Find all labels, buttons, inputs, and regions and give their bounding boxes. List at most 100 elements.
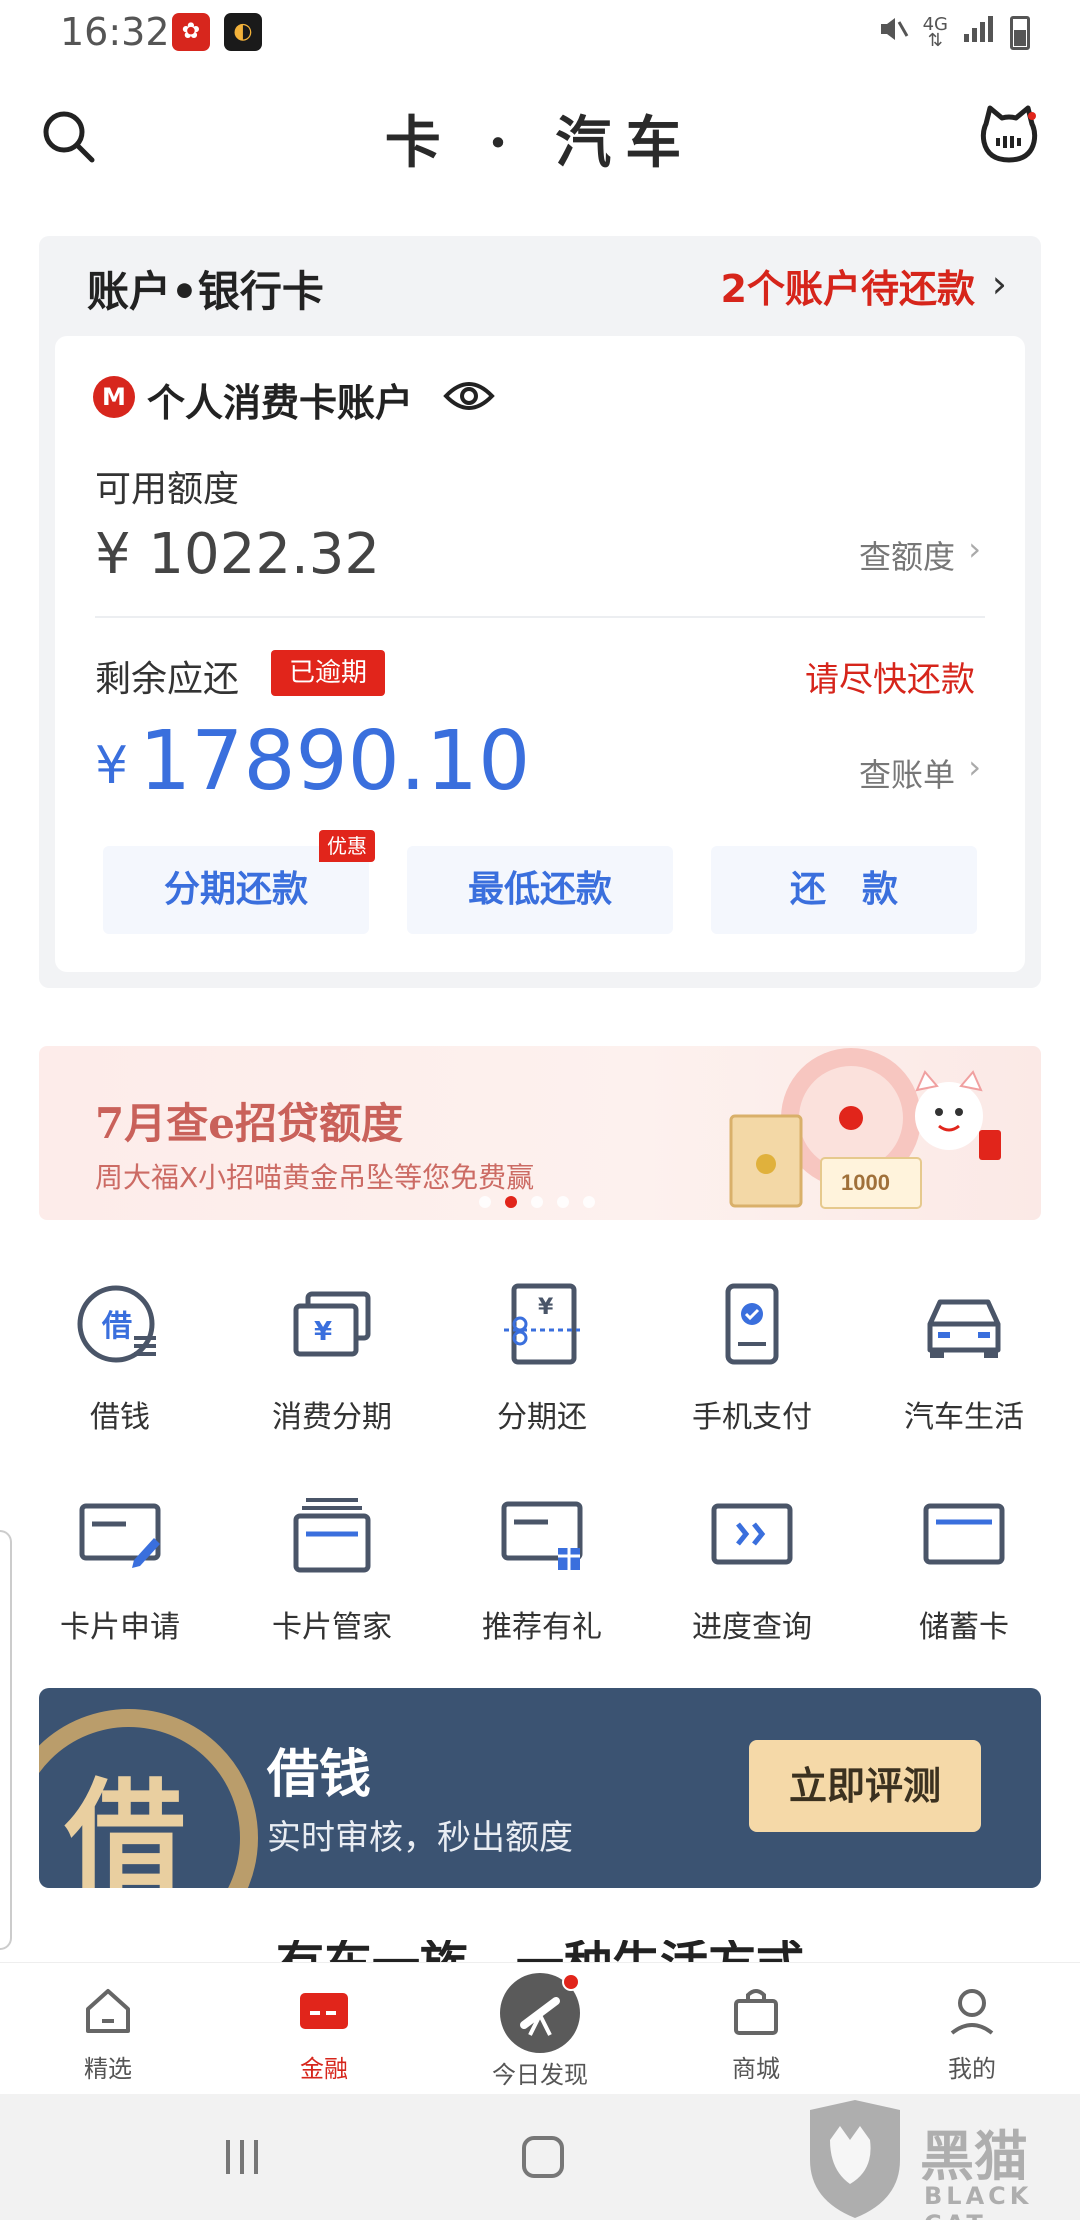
service-label: 分期还	[497, 1400, 587, 1435]
tab-label: 商城	[732, 2055, 780, 2083]
urge-repay-text: 请尽快还款	[805, 660, 975, 700]
card-manager-icon	[293, 1498, 371, 1573]
service-label: 进度查询	[692, 1610, 812, 1645]
carousel-dot[interactable]	[479, 1196, 491, 1208]
tab-discover[interactable]: 今日发现	[432, 1963, 648, 2095]
tab-label: 我的	[948, 2055, 996, 2083]
remaining-due-label: 剩余应还	[95, 659, 240, 700]
split-repay-icon: ¥	[504, 1283, 580, 1365]
installment-repay-button[interactable]: 分期还款 优惠	[103, 830, 375, 934]
tab-finance[interactable]: 金融	[216, 1963, 432, 2095]
service-label: 卡片申请	[60, 1610, 180, 1645]
loan-icon: 借	[77, 1285, 156, 1363]
service-loan[interactable]: 借 借钱	[12, 1270, 228, 1450]
loan-title: 借钱	[267, 1744, 372, 1805]
svg-text:¥: ¥	[314, 1317, 332, 1347]
tab-label: 精选	[84, 2055, 132, 2083]
banner-title: 7月查e招贷额度	[95, 1099, 403, 1148]
service-phone-pay[interactable]: 手机支付	[644, 1270, 860, 1450]
watermark-subtext: BLACK CAT	[924, 2182, 1033, 2220]
loan-banner[interactable]: 借 借钱 实时审核，秒出额度 立即评测	[39, 1688, 1041, 1888]
service-debit-card[interactable]: 储蓄卡	[856, 1480, 1072, 1660]
chevron-right-icon[interactable]: ›	[968, 748, 981, 786]
tab-featured[interactable]: 精选	[0, 1963, 216, 2095]
loan-seal-char: 借	[64, 1766, 185, 1888]
account-header-label: 账户•银行卡	[87, 267, 324, 316]
game-app-icon: ◐	[224, 13, 262, 51]
eye-icon[interactable]	[443, 376, 495, 416]
service-progress[interactable]: 进度查询	[644, 1480, 860, 1660]
account-name: 个人消费卡账户	[147, 381, 414, 425]
carousel-dot[interactable]	[557, 1196, 569, 1208]
network-indicator: 4G ⇅	[922, 13, 948, 51]
service-label: 卡片管家	[272, 1610, 392, 1645]
shield-cat-logo	[810, 2100, 900, 2218]
mute-vibrate-icon	[875, 12, 909, 53]
recent-apps-icon[interactable]	[222, 2138, 262, 2176]
loan-seal-illustration: 借	[39, 1709, 258, 1888]
installment-repay-label: 分期还款	[163, 869, 308, 910]
notification-dot	[562, 1973, 580, 1991]
profile-icon	[950, 1989, 994, 2035]
banner-subtitle: 周大福X小招喵黄金吊坠等您免费赢	[95, 1161, 535, 1194]
account-card: 账户•银行卡 2个账户待还款 › M 个人消费卡账户 可用额度 ¥ 1022.3…	[39, 236, 1041, 988]
home-icon	[86, 1989, 130, 2033]
service-referral[interactable]: 推荐有礼	[434, 1480, 650, 1660]
status-time: 16:32	[60, 10, 170, 54]
repay-button[interactable]: 还 款	[711, 846, 977, 934]
watermark-text: 黑猫	[920, 2125, 1028, 2188]
installment-card-icon: ¥	[293, 1291, 371, 1357]
service-label: 汽车生活	[904, 1400, 1024, 1435]
finance-card-icon	[300, 1993, 348, 2029]
signal-icon	[962, 14, 996, 51]
loan-subtitle: 实时审核，秒出额度	[267, 1818, 573, 1858]
service-label: 消费分期	[272, 1400, 392, 1435]
svg-text:借: 借	[101, 1309, 132, 1344]
check-quota-link[interactable]: 查额度	[859, 532, 955, 578]
tab-label: 今日发现	[492, 2061, 588, 2089]
evaluate-now-button[interactable]: 立即评测	[749, 1740, 981, 1832]
service-split-repay[interactable]: ¥ 分期还	[434, 1270, 650, 1450]
service-car-life[interactable]: 汽车生活	[856, 1270, 1072, 1450]
remaining-due-amount: 17890.10	[139, 714, 531, 809]
network-type: 4G	[922, 13, 948, 35]
chevron-right-icon[interactable]: ›	[992, 262, 1007, 306]
cat-assistant-icon[interactable]	[978, 104, 1040, 166]
edge-panel-handle[interactable]	[0, 1530, 12, 1950]
divider	[95, 616, 985, 618]
page-title: 卡 · 汽车	[384, 110, 696, 176]
carousel-dot-active[interactable]	[505, 1196, 517, 1208]
remaining-currency: ¥	[95, 736, 129, 796]
tab-mine[interactable]: 我的	[864, 1963, 1080, 2095]
progress-query-icon	[711, 1503, 793, 1565]
status-bar: 16:32 ✿ ◐ 4G ⇅	[0, 0, 1080, 64]
service-label: 推荐有礼	[482, 1610, 602, 1645]
chevron-right-icon[interactable]: ›	[968, 530, 981, 568]
home-button-icon[interactable]	[522, 2136, 564, 2178]
svg-text:¥: ¥	[538, 1295, 554, 1320]
carousel-dot[interactable]	[531, 1196, 543, 1208]
bank-app-icon: ✿	[172, 13, 210, 51]
service-label: 手机支付	[692, 1400, 812, 1435]
service-label: 借钱	[90, 1400, 150, 1435]
available-credit-amount: ¥ 1022.32	[95, 522, 381, 587]
tab-label: 金融	[300, 2055, 348, 2083]
status-icons: 4G ⇅	[875, 12, 1030, 53]
bottom-tab-bar: 精选 金融 今日发现 商城 我的	[0, 1962, 1080, 2094]
check-bill-link[interactable]: 查账单	[859, 750, 955, 796]
service-card-apply[interactable]: 卡片申请	[12, 1480, 228, 1660]
coupon-text: 1000	[841, 1170, 890, 1195]
minimum-repay-button[interactable]: 最低还款	[407, 846, 673, 934]
phone-pay-icon	[725, 1283, 779, 1365]
tab-mall[interactable]: 商城	[648, 1963, 864, 2095]
available-credit-label: 可用额度	[95, 469, 240, 510]
service-card-manager[interactable]: 卡片管家	[224, 1480, 440, 1660]
shopping-bag-icon	[734, 1989, 778, 2035]
service-installment[interactable]: ¥ 消费分期	[224, 1270, 440, 1450]
promo-tag: 优惠	[319, 830, 375, 862]
prize-wheel-illustration: 1000	[729, 1048, 1001, 1209]
battery-icon	[1010, 15, 1030, 50]
promo-banner[interactable]: 7月查e招贷额度 周大福X小招喵黄金吊坠等您免费赢 1000	[39, 1046, 1041, 1220]
accounts-due-link[interactable]: 2个账户待还款	[721, 258, 975, 313]
carousel-dot[interactable]	[583, 1196, 595, 1208]
